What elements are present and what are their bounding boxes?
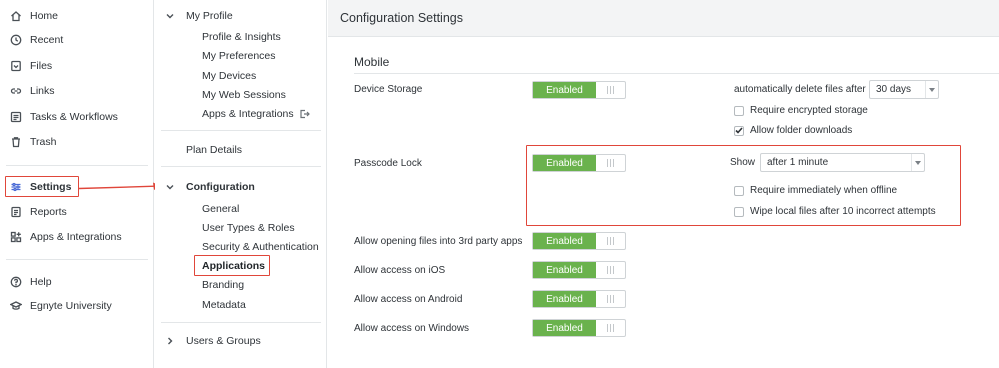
subnav-group-configuration[interactable]: Configuration xyxy=(165,179,255,195)
nav-label: Help xyxy=(30,276,52,288)
checkbox-label: Allow folder downloads xyxy=(750,125,853,136)
android-access-toggle[interactable]: Enabled xyxy=(532,290,626,308)
nav-item-links[interactable]: Links xyxy=(10,82,55,100)
toggle-state: Enabled xyxy=(533,291,596,307)
row-label-device-storage: Device Storage xyxy=(354,84,423,95)
subnav-item-apps-integrations[interactable]: Apps & Integrations xyxy=(202,106,310,121)
ios-access-toggle[interactable]: Enabled xyxy=(532,261,626,279)
subnav-item-profile-insights[interactable]: Profile & Insights xyxy=(202,29,281,44)
main-header: Configuration Settings xyxy=(328,0,999,37)
subnav-item-security-authentication[interactable]: Security & Authentication xyxy=(202,239,319,254)
dropdown-arrow-icon xyxy=(925,81,938,98)
nav-label: Recent xyxy=(30,34,64,46)
clock-icon xyxy=(10,34,22,46)
toggle-state: Enabled xyxy=(533,233,596,249)
nav-label: Egnyte University xyxy=(30,300,112,312)
subnav-item-my-preferences[interactable]: My Preferences xyxy=(202,48,276,63)
toggle-grip-icon xyxy=(596,320,625,336)
nav-item-apps[interactable]: Apps & Integrations xyxy=(10,228,122,246)
nav-label: Reports xyxy=(30,206,67,218)
subnav-divider xyxy=(161,166,321,167)
link-icon xyxy=(10,85,22,97)
row-label-windows: Allow access on Windows xyxy=(354,323,470,334)
subnav-divider xyxy=(161,322,321,323)
checkmark-icon xyxy=(735,127,743,134)
subnav-divider xyxy=(161,130,321,131)
row-label-ios: Allow access on iOS xyxy=(354,265,446,276)
subnav-group-my-profile[interactable]: My Profile xyxy=(165,8,233,24)
toggle-grip-icon xyxy=(596,233,625,249)
checkbox-label: Require encrypted storage xyxy=(750,105,868,116)
nav-label: Links xyxy=(30,85,55,97)
report-icon xyxy=(10,206,22,218)
section-title-mobile: Mobile xyxy=(354,55,390,69)
nav-divider xyxy=(6,259,148,260)
third-party-apps-toggle[interactable]: Enabled xyxy=(532,232,626,250)
device-storage-toggle[interactable]: Enabled xyxy=(532,81,626,99)
tasks-icon xyxy=(10,111,22,123)
nav-item-files[interactable]: Files xyxy=(10,57,52,75)
row-label-android: Allow access on Android xyxy=(354,294,463,305)
subnav-item-my-web-sessions[interactable]: My Web Sessions xyxy=(202,87,286,102)
nav-label: Apps & Integrations xyxy=(30,231,122,243)
subnav-group-users-groups[interactable]: Users & Groups xyxy=(165,333,261,349)
subnav-item-branding[interactable]: Branding xyxy=(202,277,244,292)
subnav-group-label: My Profile xyxy=(186,10,233,22)
subnav-group-label: Configuration xyxy=(186,181,255,193)
subnav-item-label: Apps & Integrations xyxy=(202,107,294,120)
trash-icon xyxy=(10,136,22,148)
windows-access-toggle[interactable]: Enabled xyxy=(532,319,626,337)
chevron-right-icon xyxy=(165,336,175,346)
subnav-item-general[interactable]: General xyxy=(202,201,239,216)
checkbox-box xyxy=(734,105,744,116)
nav-item-university[interactable]: Egnyte University xyxy=(10,297,112,315)
subnav-item-my-devices[interactable]: My Devices xyxy=(202,68,256,83)
settings-highlight xyxy=(5,176,79,197)
checkbox-box xyxy=(734,125,744,136)
chevron-down-icon xyxy=(165,11,175,21)
nav-label: Home xyxy=(30,10,59,22)
nav-label: Files xyxy=(30,60,53,72)
home-icon xyxy=(10,10,22,22)
section-divider xyxy=(354,73,999,74)
subnav-plan-details[interactable]: Plan Details xyxy=(186,142,242,158)
row-label-third-party: Allow opening files into 3rd party apps xyxy=(354,236,523,247)
subnav-item-metadata[interactable]: Metadata xyxy=(202,297,246,312)
nav-divider xyxy=(6,165,148,166)
nav-label: Tasks & Workflows xyxy=(30,111,118,123)
apps-icon xyxy=(10,231,22,243)
nav-item-tasks[interactable]: Tasks & Workflows xyxy=(10,108,118,126)
files-icon xyxy=(10,60,22,72)
allow-folder-downloads-checkbox[interactable]: Allow folder downloads xyxy=(734,125,852,136)
subnav-group-label: Users & Groups xyxy=(186,335,261,347)
auto-delete-select[interactable]: 30 days xyxy=(869,80,939,99)
page-title: Configuration Settings xyxy=(340,11,463,25)
nav-item-help[interactable]: Help xyxy=(10,273,52,291)
subnav-item-user-types-roles[interactable]: User Types & Roles xyxy=(202,220,295,235)
applications-highlight xyxy=(194,255,270,276)
toggle-state: Enabled xyxy=(533,82,596,98)
toggle-state: Enabled xyxy=(533,320,596,336)
settings-subnav: My Profile Profile & Insights My Prefere… xyxy=(155,0,327,368)
chevron-down-icon xyxy=(165,182,175,192)
toggle-grip-icon xyxy=(596,82,625,98)
row-label-passcode-lock: Passcode Lock xyxy=(354,158,422,169)
nav-item-reports[interactable]: Reports xyxy=(10,203,67,221)
help-icon xyxy=(10,276,22,288)
nav-label: Trash xyxy=(30,136,57,148)
auto-delete-label: automatically delete files after xyxy=(734,84,866,95)
select-value: 30 days xyxy=(876,84,912,95)
external-link-icon xyxy=(299,109,310,119)
passcode-highlight xyxy=(526,145,961,226)
toggle-grip-icon xyxy=(596,291,625,307)
nav-item-recent[interactable]: Recent xyxy=(10,31,63,49)
require-encrypted-checkbox[interactable]: Require encrypted storage xyxy=(734,105,868,116)
nav-item-home[interactable]: Home xyxy=(10,7,58,25)
toggle-state: Enabled xyxy=(533,262,596,278)
toggle-grip-icon xyxy=(596,262,625,278)
graduation-cap-icon xyxy=(10,300,22,312)
nav-item-trash[interactable]: Trash xyxy=(10,133,56,151)
